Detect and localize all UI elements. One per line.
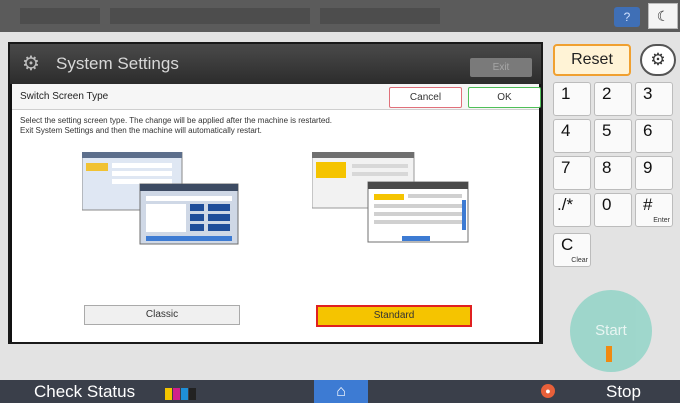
key-clear[interactable]: C Clear xyxy=(553,233,591,267)
bottom-bar: Check Status ⌂ ● Stop xyxy=(0,380,680,403)
key-hash-enter[interactable]: # Enter xyxy=(635,193,673,227)
description-line: Exit System Settings and then the machin… xyxy=(20,126,262,135)
status-segment xyxy=(320,8,440,24)
key-0[interactable]: 0 xyxy=(594,193,632,227)
description-line: Select the setting screen type. The chan… xyxy=(20,116,333,125)
status-segment xyxy=(110,8,310,24)
stop-button[interactable]: Stop xyxy=(606,382,641,402)
dialog-title: System Settings xyxy=(56,54,179,73)
check-status-button[interactable]: Check Status xyxy=(34,382,135,402)
exit-button[interactable]: Exit xyxy=(470,58,532,77)
system-settings-dialog: ⚙ System Settings Exit Switch Screen Typ… xyxy=(8,42,543,344)
gear-icon: ⚙ xyxy=(22,53,40,75)
start-indicator xyxy=(606,346,612,362)
key-dot-star[interactable]: ./* xyxy=(553,193,591,227)
toner-black xyxy=(189,388,196,400)
setting-title: Switch Screen Type xyxy=(20,91,109,102)
standard-preview-image[interactable] xyxy=(312,152,472,252)
toner-yellow xyxy=(165,388,172,400)
key-4[interactable]: 4 xyxy=(553,119,591,153)
key-7[interactable]: 7 xyxy=(553,156,591,190)
key-6[interactable]: 6 xyxy=(635,119,673,153)
dialog-body: Switch Screen Type Cancel OK Select the … xyxy=(12,84,541,342)
gear-icon[interactable]: ⚙ xyxy=(640,44,676,76)
key-2[interactable]: 2 xyxy=(594,82,632,116)
classic-option-button[interactable]: Classic xyxy=(84,305,240,325)
dialog-header: ⚙ System Settings Exit xyxy=(10,44,541,84)
reset-button[interactable]: Reset xyxy=(553,44,631,76)
key-5[interactable]: 5 xyxy=(594,119,632,153)
key-1[interactable]: 1 xyxy=(553,82,591,116)
stop-icon[interactable]: ● xyxy=(541,384,555,398)
key-9[interactable]: 9 xyxy=(635,156,673,190)
toner-magenta xyxy=(173,388,180,400)
key-8[interactable]: 8 xyxy=(594,156,632,190)
status-segment xyxy=(20,8,100,24)
start-label: Start xyxy=(595,322,627,339)
key-3[interactable]: 3 xyxy=(635,82,673,116)
toner-level-icon xyxy=(165,387,201,400)
ok-button[interactable]: OK xyxy=(468,87,541,108)
classic-preview-image[interactable] xyxy=(82,152,242,252)
moon-icon[interactable]: ☾ xyxy=(648,3,678,29)
status-bar: ? ☾ xyxy=(0,0,680,32)
standard-option-button[interactable]: Standard xyxy=(316,305,472,327)
cancel-button[interactable]: Cancel xyxy=(389,87,462,108)
toner-cyan xyxy=(181,388,188,400)
question-icon[interactable]: ? xyxy=(614,7,640,27)
home-icon[interactable]: ⌂ xyxy=(314,380,368,403)
subheader-bar: Switch Screen Type Cancel OK xyxy=(12,84,541,110)
